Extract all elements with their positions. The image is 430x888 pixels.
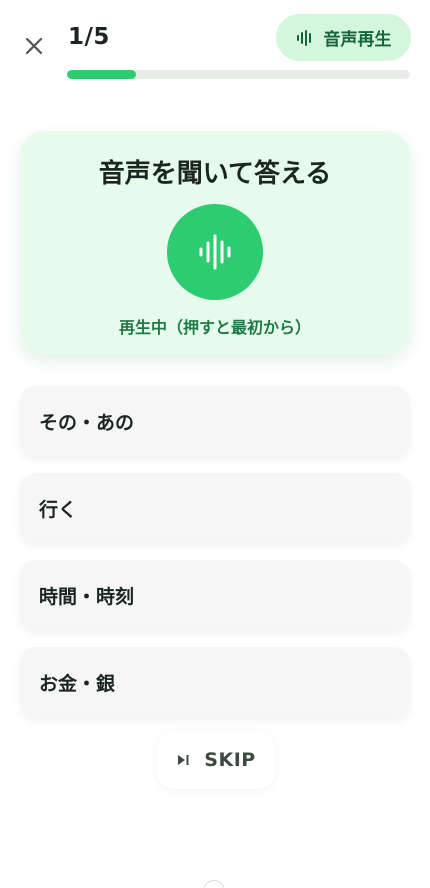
answer-option-2[interactable]: 行く — [20, 473, 410, 543]
answer-option-3[interactable]: 時間・時刻 — [20, 560, 410, 630]
replay-audio-button[interactable] — [167, 204, 263, 300]
close-button[interactable] — [22, 34, 46, 58]
play-audio-button[interactable]: 音声再生 — [276, 14, 411, 61]
audio-wave-icon — [199, 234, 231, 270]
listening-prompt-card: 音声を聞いて答える 再生中（押すと最初から） — [20, 131, 410, 355]
answer-option-1[interactable]: その・あの — [20, 386, 410, 456]
skip-button[interactable]: SKIP — [157, 731, 275, 789]
play-audio-label: 音声再生 — [323, 30, 392, 50]
answer-option-4[interactable]: お金・銀 — [20, 647, 410, 717]
progress-bar-fill — [67, 70, 136, 79]
progress-counter: 1/5 — [68, 24, 110, 50]
skip-next-icon — [178, 755, 189, 765]
skip-label: SKIP — [204, 749, 256, 771]
close-icon — [25, 37, 43, 55]
progress-bar — [67, 70, 410, 79]
playback-status: 再生中（押すと最初から） — [118, 318, 311, 337]
home-indicator — [203, 880, 225, 888]
prompt-title: 音声を聞いて答える — [98, 159, 332, 189]
audio-wave-icon — [296, 29, 311, 46]
